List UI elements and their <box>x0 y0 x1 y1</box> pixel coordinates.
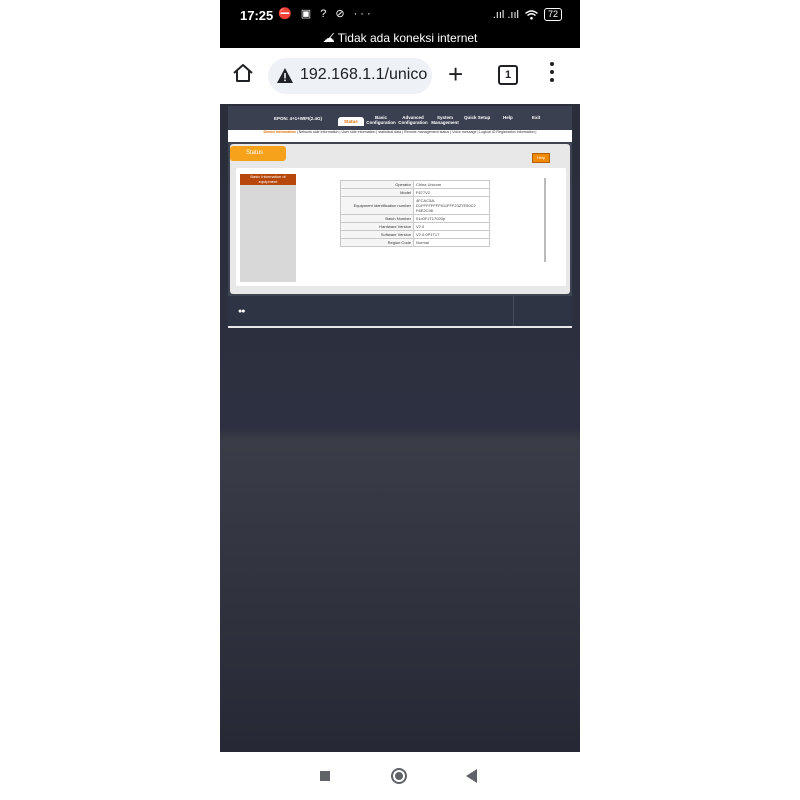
status-tab[interactable]: Status <box>230 146 286 161</box>
router-footer: ●● <box>228 296 572 326</box>
subnav-device-information[interactable]: Device Information <box>264 130 296 134</box>
home-button-icon[interactable] <box>391 768 407 784</box>
footer-divider <box>513 296 514 326</box>
cloud-off-icon: ☁̸ <box>322 31 335 45</box>
help-button[interactable]: Help <box>532 153 550 163</box>
device-info-table: Operator China Unicom Model F677V2 Equipment… <box>340 180 490 247</box>
page-divider <box>228 326 572 328</box>
more-menu-icon[interactable] <box>550 62 556 86</box>
warning-icon[interactable] <box>276 67 294 85</box>
info-label: Model <box>340 188 414 197</box>
table-row: Operator China Unicom <box>340 180 490 189</box>
scrollbar[interactable] <box>544 178 546 262</box>
wifi-icon <box>525 9 538 19</box>
info-value: V2.0 <box>413 222 490 231</box>
info-value: 4FCAC5A-D1FFFFFFFF611FFF23Z7E50C2 F6E2C9… <box>413 196 490 215</box>
nav-tab-advanced-configuration[interactable]: Advanced Configuration <box>396 115 430 125</box>
info-label: Batch Number <box>340 214 414 223</box>
no-internet-banner: ☁̸ Tidak ada koneksi internet <box>220 30 580 48</box>
status-time: 17:25 <box>240 8 274 23</box>
browser-toolbar: 192.168.1.1/unico + 1 <box>220 48 580 104</box>
phone-screen: 17:25 ⛔ ▣ ? ⊘ ··· .ııl .ııl 72 ☁̸ Tidak … <box>220 0 580 800</box>
info-label: Software Version <box>340 230 414 239</box>
table-row: Hardware Version V2.0 <box>340 222 490 231</box>
info-label: Hardware Version <box>340 222 414 231</box>
recent-apps-icon[interactable] <box>320 771 330 781</box>
nav-tab-help[interactable]: Help <box>503 115 513 120</box>
address-bar[interactable]: 192.168.1.1/unico <box>268 58 432 94</box>
nav-tab-exit[interactable]: Exit <box>532 115 540 120</box>
table-row: Software Version V2.0.0P1T17 <box>340 230 490 239</box>
tab-switcher-icon[interactable]: 1 <box>498 65 518 85</box>
table-row: Equipment Identification number 4FCAC5A-D… <box>340 196 490 215</box>
signal-icon: .ııl .ııl <box>492 8 519 21</box>
info-value: V2.0.0P1T17 <box>413 230 490 239</box>
nav-tab-system-management[interactable]: System Management <box>430 115 460 125</box>
status-bar: 17:25 ⛔ ▣ ? ⊘ ··· .ııl .ııl 72 <box>220 0 580 30</box>
system-nav-bar <box>220 752 580 800</box>
status-panel: Status Help Basic Information of equipme… <box>230 144 570 294</box>
back-icon[interactable] <box>466 769 477 783</box>
side-menu-basic-info[interactable]: Basic Information of equipment <box>240 174 296 185</box>
side-menu: Basic Information of equipment <box>240 174 296 282</box>
home-icon[interactable] <box>232 62 254 84</box>
subnav-other-links[interactable]: | Network side Information | User side i… <box>296 130 537 134</box>
web-page: EPON: 4+1+WIFI(2.4G) Status Basic Config… <box>220 104 580 752</box>
no-internet-text: Tidak ada koneksi internet <box>337 31 478 45</box>
footer-dots: ●● <box>238 308 246 315</box>
router-admin-page: EPON: 4+1+WIFI(2.4G) Status Basic Config… <box>228 106 572 326</box>
info-value: Normal <box>413 238 490 247</box>
status-right-icons: .ııl .ııl 72 <box>493 8 562 21</box>
table-row: Model F677V2 <box>340 188 490 197</box>
nav-tab-basic-configuration[interactable]: Basic Configuration <box>366 115 396 125</box>
new-tab-icon[interactable]: + <box>448 61 463 87</box>
info-label: Operator <box>340 180 414 189</box>
device-name: EPON: 4+1+WIFI(2.4G) <box>274 116 323 121</box>
battery-icon: 72 <box>543 8 562 21</box>
content-area: Basic Information of equipment Operator C… <box>236 168 566 286</box>
router-top-nav: EPON: 4+1+WIFI(2.4G) Status Basic Config… <box>228 106 572 130</box>
info-value: 01c0F1T17020p <box>413 214 490 223</box>
table-row: Region Code Normal <box>340 238 490 247</box>
info-label: Region Code <box>340 238 414 247</box>
info-value: F677V2 <box>413 188 490 197</box>
info-value: China Unicom <box>413 180 490 189</box>
url-text[interactable]: 192.168.1.1/unico <box>300 66 427 84</box>
table-row: Batch Number 01c0F1T17020p <box>340 214 490 223</box>
notification-icons: ⛔ ▣ ? ⊘ ··· <box>278 8 374 20</box>
nav-tab-quick-setup[interactable]: Quick Setup <box>464 115 490 120</box>
nav-tab-status[interactable]: Status <box>338 117 364 126</box>
info-label: Equipment Identification number <box>340 196 414 215</box>
router-sub-nav: Device Information | Network side Inform… <box>228 130 572 142</box>
